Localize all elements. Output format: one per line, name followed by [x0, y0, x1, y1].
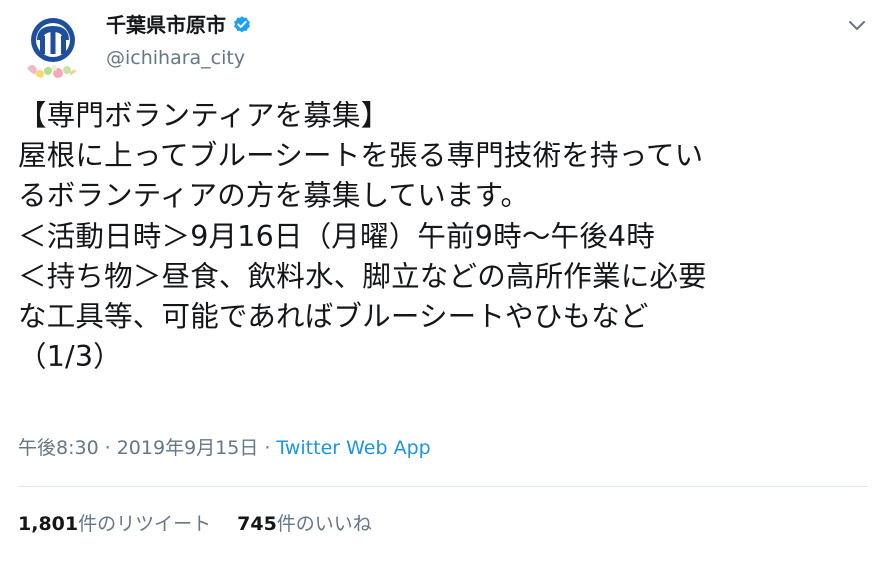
display-name-row[interactable]: 千葉県市原市 [106, 12, 252, 38]
display-name[interactable]: 千葉県市原市 [106, 12, 226, 38]
retweets-stat[interactable]: 1,801件のリツイート [18, 513, 211, 535]
likes-count: 745 [237, 513, 277, 535]
chevron-down-icon[interactable] [846, 14, 868, 36]
tweet-line: 屋根に上ってブルーシートを張る専門技術を持ってい [18, 139, 704, 173]
tweet-line: ＜持ち物＞昼食、飲料水、脚立などの高所作業に必要 [18, 259, 707, 293]
tweet-date[interactable]: 2019年9月15日 [117, 437, 259, 459]
tweet-line: な工具等、可能であればブルーシートやひもなど [18, 300, 649, 334]
retweets-count: 1,801 [18, 513, 79, 535]
divider [18, 486, 868, 487]
tweet-line: 【専門ボランティアを募集】 [18, 99, 390, 132]
tweet-time[interactable]: 午後8:30 [18, 437, 99, 459]
meta-separator: · [264, 437, 271, 459]
tweet-line: ＜活動日時＞9月16日（月曜）午前9時～午後4時 [18, 219, 655, 253]
city-emblem-icon [18, 10, 88, 80]
avatar[interactable] [18, 10, 88, 80]
user-handle[interactable]: @ichihara_city [106, 46, 245, 70]
likes-label: 件のいいね [276, 513, 372, 535]
tweet-stats: 1,801件のリツイート 745件のいいね [18, 510, 398, 538]
tweet-text: 【専門ボランティアを募集】 屋根に上ってブルーシートを張る専門技術を持ってい る… [18, 96, 868, 377]
verified-badge-icon [234, 16, 250, 33]
meta-separator: · [104, 437, 111, 459]
tweet-line: （1/3） [18, 340, 122, 374]
retweets-label: 件のリツイート [78, 513, 212, 535]
tweet-meta: 午後8:30 · 2019年9月15日 · Twitter Web App [18, 434, 431, 462]
tweet-line: るボランティアの方を募集しています。 [18, 179, 530, 213]
tweet-source-link[interactable]: Twitter Web App [276, 437, 430, 459]
likes-stat[interactable]: 745件のいいね [237, 513, 372, 535]
